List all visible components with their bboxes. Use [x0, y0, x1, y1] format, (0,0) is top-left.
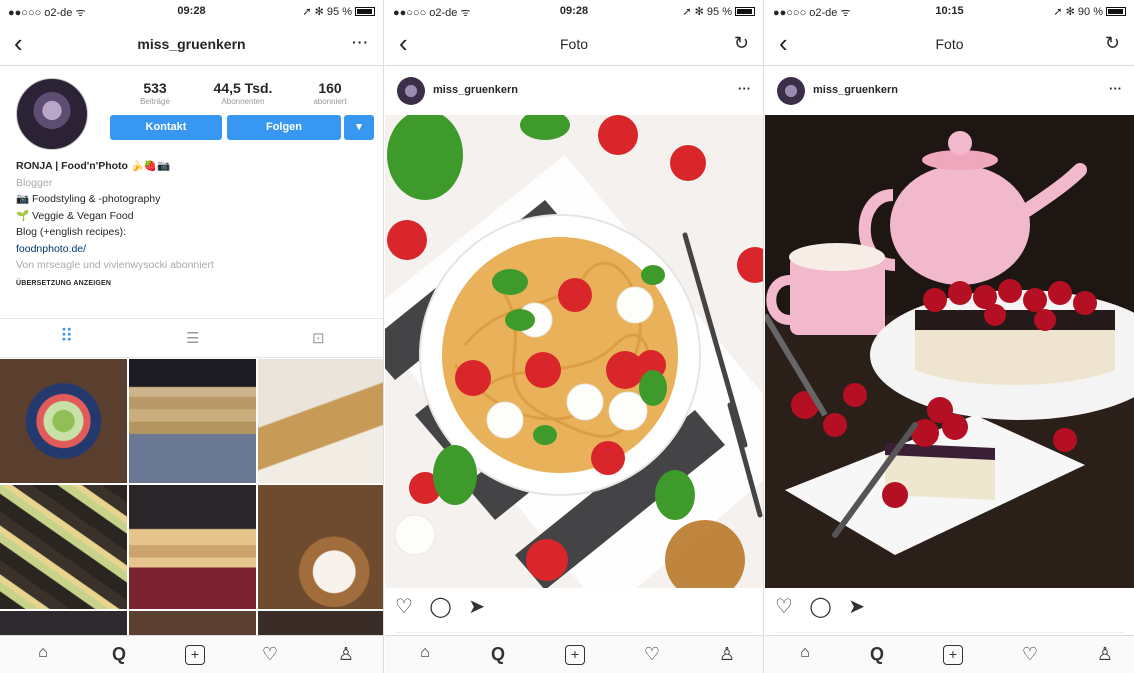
battery-label: ➚ ✻ 90 % [1053, 6, 1103, 18]
share-icon[interactable]: ➤ [848, 594, 865, 619]
bio-line-2: 🌱 Veggie & Vegan Food [16, 209, 134, 222]
add-post-icon[interactable]: + [185, 645, 205, 665]
grid-photo[interactable] [0, 485, 127, 609]
activity-heart-icon[interactable]: ♡ [637, 644, 667, 665]
battery-icon [1106, 7, 1126, 16]
followed-by-text[interactable]: Von mrseagle und vivienwysocki abonniert [16, 257, 376, 274]
comment-icon[interactable]: ◯ [429, 594, 451, 619]
add-post-icon[interactable]: + [565, 645, 585, 665]
profile-icon[interactable]: ♙ [331, 644, 361, 665]
activity-heart-icon[interactable]: ♡ [255, 644, 285, 665]
post-screen-cake: ●●○○○ o2-de ᯤ 10:15 ➚ ✻ 90 % ‹ Foto ↻ mi… [765, 0, 1134, 673]
stat-followers[interactable]: 44,5 Tsd. Abonnenten [198, 80, 288, 106]
profile-category: Blogger [16, 176, 53, 189]
bottom-tab-bar: ⌂ Q + ♡ ♙ [0, 635, 383, 673]
profile-view-tabs: ⠿ ☰ ⊡ [0, 318, 383, 358]
page-title: Foto [559, 36, 588, 52]
suggestions-dropdown-button[interactable]: ▾ [344, 115, 374, 140]
battery-label: ➚ ✻ 95 % [682, 6, 732, 18]
like-heart-icon[interactable]: ♡ [775, 594, 793, 619]
post-screen-pasta: ●●○○○ o2-de ᯤ 09:28 ➚ ✻ 95 % ‹ Foto ↻ mi… [385, 0, 764, 673]
translate-link[interactable]: ÜBERSETZUNG ANZEIGEN [16, 276, 376, 293]
bio-line-3: Blog (+english recipes): [16, 226, 127, 238]
page-title: Foto [935, 36, 964, 52]
grid-photo[interactable] [258, 359, 383, 483]
tagged-photos-icon[interactable]: ⊡ [312, 329, 325, 347]
profile-stats: 533 Beiträge 44,5 Tsd. Abonnenten 160 ab… [110, 80, 375, 106]
more-options-icon[interactable]: ··· [738, 81, 751, 96]
stat-followers-count: 44,5 Tsd. [213, 80, 273, 96]
refresh-icon[interactable]: ↻ [734, 34, 749, 52]
home-icon[interactable]: ⌂ [790, 644, 820, 662]
share-icon[interactable]: ➤ [468, 594, 485, 619]
grid-photo[interactable] [0, 359, 127, 483]
battery-indicator: ➚ ✻ 95 % [302, 5, 375, 18]
add-post-icon[interactable]: + [943, 645, 963, 665]
page-title: miss_gruenkern [137, 36, 246, 52]
profile-screen: ●●○○○ o2-de ᯤ 09:28 ➚ ✻ 95 % ‹ miss_grue… [0, 0, 384, 673]
bottom-tab-bar: ⌂ Q + ♡ ♙ [765, 635, 1134, 673]
grid-view-icon[interactable]: ⠿ [60, 326, 73, 347]
refresh-icon[interactable]: ↻ [1105, 34, 1120, 52]
nav-bar: ‹ Foto ↻ [765, 22, 1134, 66]
post-photo[interactable] [385, 115, 763, 588]
nav-bar: ‹ miss_gruenkern ··· [0, 22, 383, 66]
more-options-icon[interactable]: ··· [352, 34, 369, 50]
post-actions: ♡ ◯ ➤ [775, 594, 877, 624]
home-icon[interactable]: ⌂ [410, 644, 440, 662]
search-icon[interactable]: Q [862, 644, 892, 665]
divider [775, 632, 1124, 633]
bottom-tab-bar: ⌂ Q + ♡ ♙ [385, 635, 763, 673]
divider [395, 632, 753, 633]
profile-avatar[interactable] [16, 78, 88, 150]
list-view-icon[interactable]: ☰ [186, 329, 199, 347]
bio-line-1: 📷 Foodstyling & -photography [16, 193, 161, 205]
post-username[interactable]: miss_gruenkern [813, 84, 898, 96]
pasta-photo-image [385, 115, 763, 588]
stat-posts-count: 533 [143, 80, 167, 96]
stat-posts[interactable]: 533 Beiträge [110, 80, 200, 106]
grid-photo[interactable] [258, 485, 383, 609]
stat-posts-label: Beiträge [140, 97, 170, 106]
profile-name: RONJA | Food'n'Photo 🍌🍓📷 [16, 160, 171, 172]
grid-photo[interactable] [129, 359, 256, 483]
more-options-icon[interactable]: ··· [1109, 81, 1122, 96]
battery-indicator: ➚ ✻ 90 % [1053, 5, 1126, 18]
battery-indicator: ➚ ✻ 95 % [682, 5, 755, 18]
comment-icon[interactable]: ◯ [809, 594, 831, 619]
stat-following[interactable]: 160 abonniert [285, 80, 375, 106]
post-photo[interactable] [765, 115, 1134, 588]
profile-icon[interactable]: ♙ [1090, 644, 1120, 665]
status-bar: ●●○○○ o2-de ᯤ 10:15 ➚ ✻ 90 % [765, 0, 1134, 22]
grid-photo[interactable] [129, 485, 256, 609]
cake-photo-image [765, 115, 1134, 588]
search-icon[interactable]: Q [104, 644, 134, 665]
nav-bar: ‹ Foto ↻ [385, 22, 763, 66]
post-actions: ♡ ◯ ➤ [395, 594, 497, 624]
website-link[interactable]: foodnphoto.de/ [16, 241, 376, 258]
profile-bio: RONJA | Food'n'Photo 🍌🍓📷 Blogger 📷 Foods… [16, 158, 376, 292]
contact-button[interactable]: Kontakt [110, 115, 222, 140]
status-bar: ●●○○○ o2-de ᯤ 09:28 ➚ ✻ 95 % [385, 0, 763, 22]
avatar[interactable] [777, 77, 805, 105]
photo-grid [0, 359, 383, 641]
status-bar: ●●○○○ o2-de ᯤ 09:28 ➚ ✻ 95 % [0, 0, 383, 22]
stat-following-label: abonniert [313, 97, 347, 106]
home-icon[interactable]: ⌂ [28, 644, 58, 662]
search-icon[interactable]: Q [483, 644, 513, 665]
stat-following-count: 160 [318, 80, 342, 96]
profile-icon[interactable]: ♙ [712, 644, 742, 665]
follow-button[interactable]: Folgen [227, 115, 341, 140]
activity-heart-icon[interactable]: ♡ [1015, 644, 1045, 665]
battery-icon [355, 7, 375, 16]
post-header: miss_gruenkern ··· [385, 67, 763, 115]
battery-icon [735, 7, 755, 16]
post-username[interactable]: miss_gruenkern [433, 84, 518, 96]
stat-followers-label: Abonnenten [221, 97, 265, 106]
avatar[interactable] [397, 77, 425, 105]
like-heart-icon[interactable]: ♡ [395, 594, 413, 619]
battery-label: ➚ ✻ 95 % [302, 6, 352, 18]
post-header: miss_gruenkern ··· [765, 67, 1134, 115]
